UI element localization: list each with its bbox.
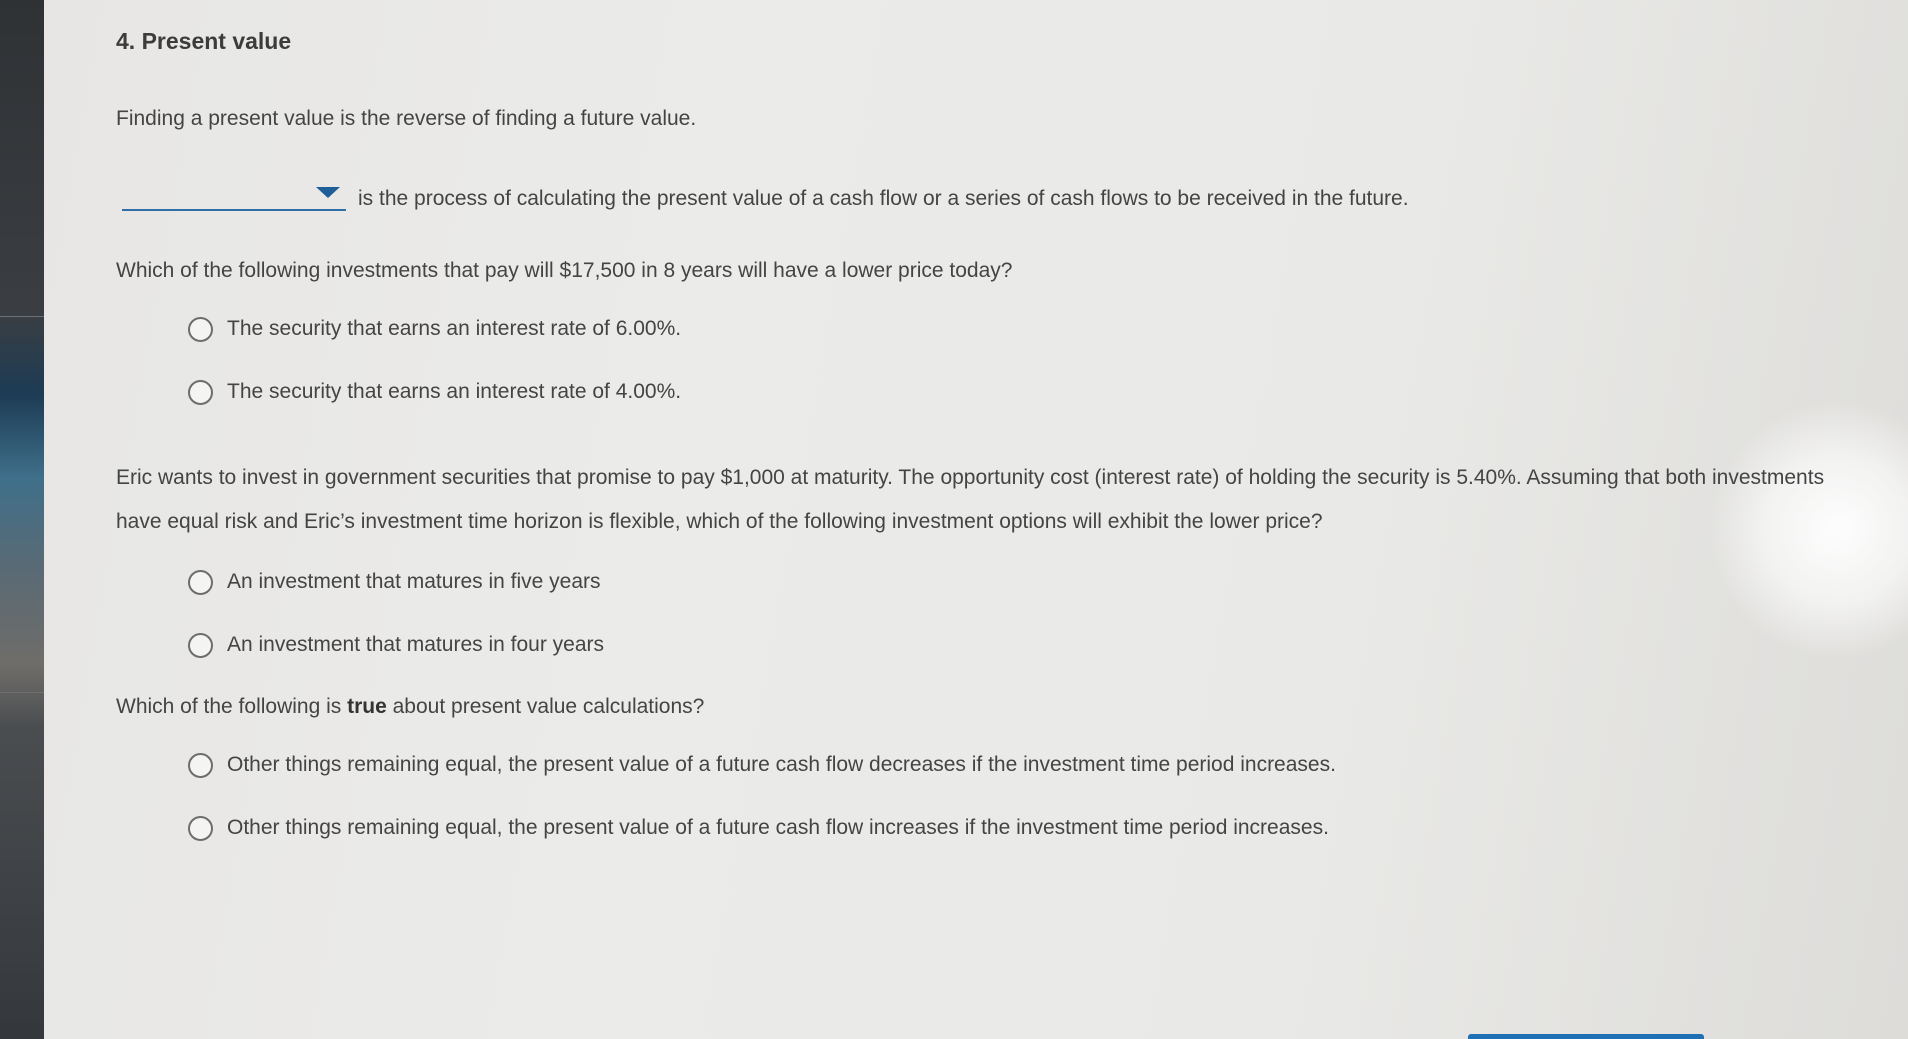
dropdown-trailing-text: is the process of calculating the presen…	[358, 187, 1409, 210]
chevron-down-icon	[316, 187, 340, 198]
question-3-suffix: about present value calculations?	[386, 695, 705, 718]
radio-option[interactable]: Other things remaining equal, the presen…	[188, 749, 1836, 781]
radio-option-label: The security that earns an interest rate…	[227, 380, 682, 403]
question-1: Which of the following investments that …	[116, 259, 1013, 282]
radio-option-label: An investment that matures in four years	[227, 633, 605, 656]
page-title: 4. Present value	[116, 28, 292, 54]
submit-button-edge[interactable]	[1468, 1034, 1704, 1039]
radio-option-label: An investment that matures in five years	[227, 570, 601, 593]
question-2-options: An investment that matures in five years…	[188, 566, 1836, 661]
dropdown-row: is the process of calculating the presen…	[116, 179, 1836, 211]
radio-option[interactable]: The security that earns an interest rate…	[188, 313, 1836, 345]
radio-button[interactable]	[188, 379, 213, 405]
question-1-options: The security that earns an interest rate…	[188, 313, 1836, 408]
question-panel: 4. Present value Finding a present value…	[116, 28, 1836, 875]
question-3: Which of the following is true about pre…	[116, 695, 1836, 719]
term-dropdown[interactable]	[122, 179, 346, 211]
question-3-options: Other things remaining equal, the presen…	[188, 749, 1836, 844]
left-bezel	[0, 0, 44, 1039]
radio-button[interactable]	[188, 815, 213, 841]
radio-button[interactable]	[188, 752, 213, 778]
radio-option[interactable]: An investment that matures in five years	[188, 566, 1836, 598]
intro-text: Finding a present value is the reverse o…	[116, 107, 697, 130]
question-2: Eric wants to invest in government secur…	[116, 466, 1825, 533]
radio-button[interactable]	[188, 316, 213, 342]
radio-option[interactable]: The security that earns an interest rate…	[188, 376, 1836, 408]
radio-option-label: Other things remaining equal, the presen…	[227, 753, 1336, 776]
bezel-divider	[0, 692, 44, 693]
radio-option-label: Other things remaining equal, the presen…	[227, 816, 1329, 839]
question-3-emphasis: true	[347, 695, 387, 718]
radio-option-label: The security that earns an interest rate…	[227, 317, 682, 340]
radio-button[interactable]	[188, 632, 213, 658]
question-3-prefix: Which of the following is	[116, 695, 348, 718]
screen-frame: 4. Present value Finding a present value…	[0, 0, 1908, 1039]
bezel-divider	[0, 316, 44, 317]
radio-option[interactable]: An investment that matures in four years	[188, 629, 1836, 661]
radio-button[interactable]	[188, 569, 213, 595]
radio-option[interactable]: Other things remaining equal, the presen…	[188, 812, 1836, 844]
